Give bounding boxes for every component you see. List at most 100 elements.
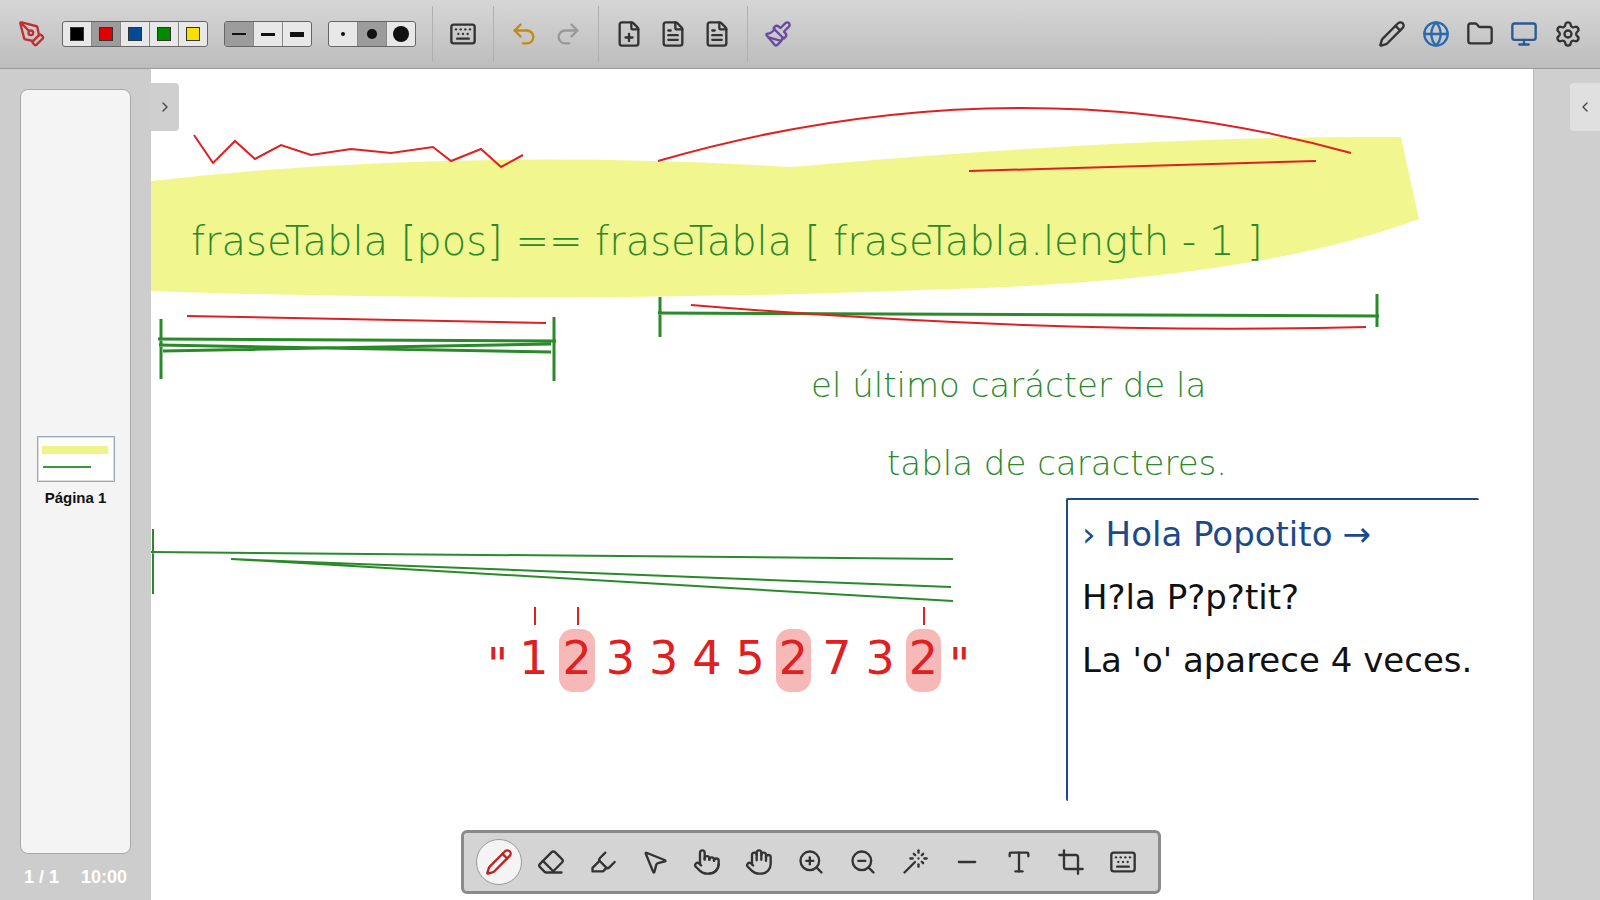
color-swatch[interactable] <box>150 22 179 46</box>
color-swatch[interactable] <box>92 22 121 46</box>
globe-icon <box>1422 20 1450 48</box>
play-tool-button[interactable] <box>684 839 730 885</box>
expand-icon <box>157 99 173 115</box>
open-quote: " <box>487 638 508 692</box>
color-swatch[interactable] <box>179 22 207 46</box>
pages-panel: Página 1 1 / 1 10:00 <box>0 69 151 900</box>
zoom-out-icon <box>849 848 877 876</box>
eraser-icon <box>537 848 565 876</box>
web-button[interactable] <box>1414 12 1458 56</box>
next-page-icon <box>703 20 731 48</box>
eraser-tool-button[interactable] <box>528 839 574 885</box>
eraser-size-button[interactable] <box>387 22 415 46</box>
color-swatch[interactable] <box>121 22 150 46</box>
color-picker <box>62 21 208 47</box>
line-width-button[interactable] <box>254 22 283 46</box>
sequence-digit: 3 <box>862 629 897 692</box>
text-tool-button[interactable] <box>996 839 1042 885</box>
sequence-digit: 7 <box>819 629 854 692</box>
note-line: el último carácter de la <box>811 365 1206 406</box>
eraser-size-button[interactable] <box>329 22 358 46</box>
next-page-button[interactable] <box>695 12 739 56</box>
pen-icon <box>485 848 513 876</box>
line-tool-button[interactable] <box>944 839 990 885</box>
line-width-button[interactable] <box>225 22 254 46</box>
redo-button[interactable] <box>546 12 590 56</box>
eraser-size-button[interactable] <box>358 22 387 46</box>
top-toolbar <box>0 0 1600 69</box>
pages-panel-toggle[interactable] <box>151 83 179 131</box>
sequence-digit: 2 <box>776 629 811 692</box>
desktop-button[interactable] <box>1502 12 1546 56</box>
new-page-button[interactable] <box>607 12 651 56</box>
sequence-digit: 2 <box>559 629 594 692</box>
selector-icon <box>641 848 669 876</box>
panel-footer: 1 / 1 10:00 <box>20 854 131 900</box>
board-mode-button[interactable] <box>1370 12 1414 56</box>
board-icon <box>1378 20 1406 48</box>
digit-sequence: "1233452732" <box>487 629 970 692</box>
laser-icon <box>901 848 929 876</box>
ink-strokes <box>151 69 1533 900</box>
tool-dock <box>461 830 1161 894</box>
previous-page-button[interactable] <box>651 12 695 56</box>
close-quote: " <box>949 638 970 692</box>
pen-tool-button[interactable] <box>476 839 522 885</box>
library-toggle[interactable] <box>1570 83 1600 131</box>
console-result: La 'o' aparece 4 veces. <box>1082 640 1479 681</box>
collapse-icon <box>1577 99 1593 115</box>
keyboard-button[interactable] <box>441 12 485 56</box>
thumbnail-list: Página 1 <box>20 89 131 854</box>
documents-button[interactable] <box>1458 12 1502 56</box>
app-window: Página 1 1 / 1 10:00 fraseTabla [pos] == fr… <box>0 0 1600 900</box>
sequence-digit: 5 <box>733 629 768 692</box>
play-icon <box>693 848 721 876</box>
console-input: ›Hola Popotito→ <box>1082 514 1479 555</box>
color-swatch[interactable] <box>63 22 92 46</box>
undo-icon <box>510 20 538 48</box>
eraser-size-picker <box>328 21 416 47</box>
previous-page-icon <box>659 20 687 48</box>
zoom-in-icon <box>797 848 825 876</box>
formula-text: fraseTabla [pos] == fraseTabla [ fraseTa… <box>191 217 1263 265</box>
undo-button[interactable] <box>502 12 546 56</box>
monitor-icon <box>1510 20 1538 48</box>
laser-tool-button[interactable] <box>892 839 938 885</box>
selector-tool-button[interactable] <box>632 839 678 885</box>
zoom-in-tool-button[interactable] <box>788 839 834 885</box>
sequence-digit: 3 <box>646 629 681 692</box>
redo-icon <box>554 20 582 48</box>
gear-icon <box>1554 20 1582 48</box>
console-box: ›Hola Popotito→ H?la P?p?tit? La 'o' apare… <box>1066 498 1479 801</box>
zoom-out-tool-button[interactable] <box>840 839 886 885</box>
sequence-digit: 4 <box>689 629 724 692</box>
clear-page-button[interactable] <box>756 12 800 56</box>
capture-icon <box>1057 848 1085 876</box>
clock: 10:00 <box>81 867 127 888</box>
stylus-icon <box>18 20 46 48</box>
sequence-digit: 3 <box>603 629 638 692</box>
drawing-canvas[interactable]: fraseTabla [pos] == fraseTabla [ fraseTa… <box>151 69 1533 900</box>
line-width-button[interactable] <box>283 22 311 46</box>
keyboard-icon <box>1109 848 1137 876</box>
folder-icon <box>1466 20 1494 48</box>
sequence-digit: 2 <box>906 629 941 692</box>
stylus-menu[interactable] <box>10 12 54 56</box>
library-panel <box>1533 69 1600 900</box>
note-line: tabla de caracteres. <box>887 443 1227 484</box>
page-thumbnail[interactable] <box>38 437 114 481</box>
clear-page-icon <box>764 20 792 48</box>
console-output: H?la P?p?tit? <box>1082 577 1479 618</box>
page-count: 1 / 1 <box>24 867 59 888</box>
sequence-digit: 1 <box>516 629 551 692</box>
new-page-icon <box>615 20 643 48</box>
marker-tool-button[interactable] <box>580 839 626 885</box>
settings-button[interactable] <box>1546 12 1590 56</box>
marker-icon <box>589 848 617 876</box>
page-label: Página 1 <box>45 489 107 506</box>
keyboard-tool-button[interactable] <box>1100 839 1146 885</box>
line-icon <box>953 848 981 876</box>
keyboard-icon <box>449 20 477 48</box>
hand-tool-button[interactable] <box>736 839 782 885</box>
capture-tool-button[interactable] <box>1048 839 1094 885</box>
